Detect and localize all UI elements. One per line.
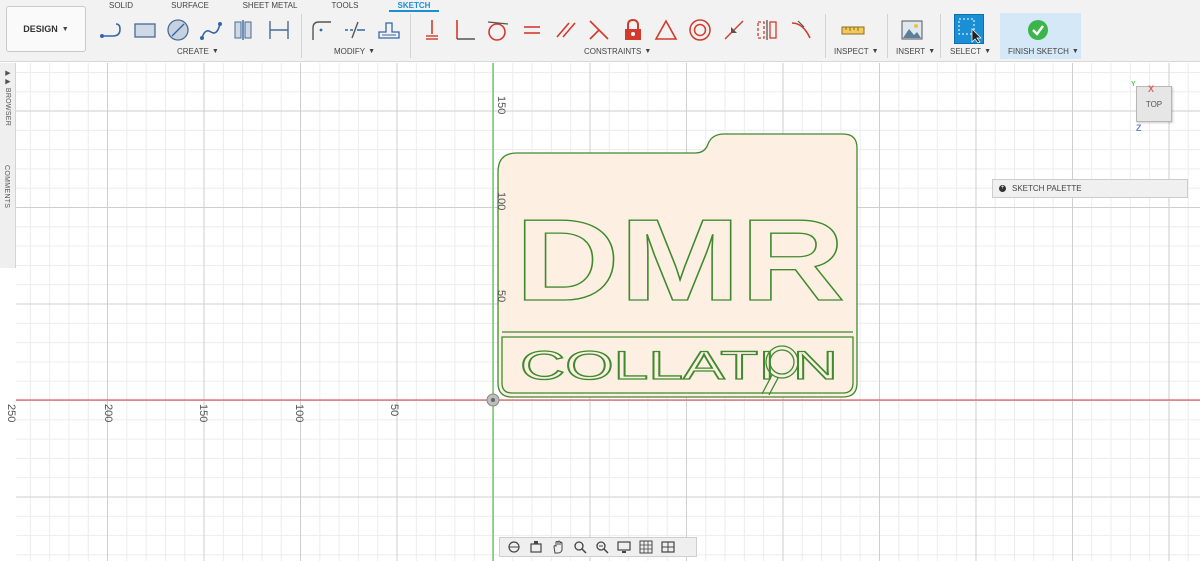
horizontal-vertical-constraint-icon[interactable] [451,16,479,44]
sketch-palette[interactable]: + SKETCH PALETTE [992,179,1188,198]
cursor-arrow-icon [958,18,982,44]
sketch-canvas[interactable] [16,63,1200,561]
zoom-icon[interactable] [570,539,590,555]
fillet-tool-icon[interactable] [307,16,335,44]
tab-tools[interactable]: TOOLS [328,0,362,12]
browser-panel-toggle[interactable]: ▶▶ BROWSER [3,69,11,126]
comments-label: COMMENTS [3,165,10,209]
arc-tool-icon[interactable] [197,16,225,44]
chevron-down-icon: ▼ [984,48,992,55]
toolbar-divider [825,14,826,58]
triangle-constraint-icon[interactable] [652,16,680,44]
comments-panel-toggle[interactable]: COMMENTS [3,165,10,208]
constraints-menu-label: CONSTRAINTS [584,47,642,56]
select-menu[interactable]: SELECT ▼ [950,47,991,56]
offset-tool-icon[interactable] [375,16,403,44]
grid-settings-icon[interactable] [636,539,656,555]
rectangle-tool-icon[interactable] [131,16,159,44]
view-cube-face: TOP [1145,99,1163,109]
inspect-menu[interactable]: INSPECT ▼ [834,47,879,56]
chevron-down-icon: ▼ [61,25,69,33]
measure-ruler-icon[interactable] [839,16,867,44]
expand-icon: ▶▶ [4,69,11,88]
constraints-menu[interactable]: CONSTRAINTS ▼ [584,47,651,56]
toolbar-divider [887,14,888,58]
toolbar: DESIGN ▼ SOLID SURFACE SHEET METAL TOOLS… [0,0,1200,62]
browser-label: BROWSER [4,87,11,127]
viewports-icon[interactable] [658,539,678,555]
select-menu-label: SELECT [950,47,982,56]
midpoint-constraint-icon[interactable] [720,16,748,44]
chevron-down-icon: ▼ [928,48,936,55]
expand-icon[interactable]: + [999,185,1006,192]
toolbar-divider [940,14,941,58]
finish-sketch-label: FINISH SKETCH [1008,47,1069,56]
perpendicular-constraint-icon[interactable] [585,16,613,44]
side-panel: ▶▶ BROWSER COMMENTS [0,63,16,268]
symmetry-constraint-icon[interactable] [753,16,781,44]
tab-surface[interactable]: SURFACE [168,0,212,12]
view-cube-y-axis: Y [1131,81,1136,88]
y-axis-label: 100 [495,192,507,211]
inspect-menu-label: INSPECT [834,47,869,56]
create-menu[interactable]: CREATE ▼ [177,47,219,56]
finish-sketch-menu[interactable]: FINISH SKETCH ▼ [1008,47,1079,56]
y-axis-label: 50 [495,290,507,303]
tab-sheet-metal[interactable]: SHEET METAL [241,0,299,12]
sketch-palette-label: SKETCH PALETTE [1012,184,1082,193]
trim-tool-icon[interactable] [341,16,369,44]
insert-menu-label: INSERT [896,47,926,56]
modify-menu-label: MODIFY [334,47,366,56]
chevron-down-icon: ▼ [644,48,652,55]
line-tool-icon[interactable] [97,16,125,44]
coincident-constraint-icon[interactable] [418,16,446,44]
view-cube-x-axis: X [1148,84,1155,94]
check-circle-icon [1028,20,1048,40]
pan-hand-icon[interactable] [548,539,568,555]
workspace-dropdown[interactable]: DESIGN ▼ [6,6,86,52]
x-axis-label: 250 [5,404,17,423]
circle-tool-icon[interactable] [164,16,192,44]
project-tool-icon[interactable] [230,16,258,44]
x-axis-label: 50 [388,404,400,417]
y-axis-label: 150 [495,96,507,115]
x-axis-label: 100 [293,404,305,423]
chevron-down-icon: ▼ [1071,48,1079,55]
tab-solid[interactable]: SOLID [106,0,136,12]
insert-image-icon[interactable] [898,16,926,44]
display-settings-icon[interactable] [614,539,634,555]
concentric-constraint-icon[interactable] [686,16,714,44]
toolbar-divider [301,14,302,58]
insert-menu[interactable]: INSERT ▼ [896,47,935,56]
parallel-constraint-icon[interactable] [552,16,580,44]
chevron-down-icon: ▼ [211,48,219,55]
equal-constraint-icon[interactable] [518,16,546,44]
tab-sketch[interactable]: SKETCH [389,0,439,12]
modify-menu[interactable]: MODIFY ▼ [334,47,375,56]
workspace-label: DESIGN [23,24,58,34]
select-tool[interactable] [954,14,984,44]
toolbar-divider [410,14,411,58]
create-menu-label: CREATE [177,47,209,56]
x-axis-label: 200 [102,404,114,423]
x-axis-label: 150 [197,404,209,423]
curvature-constraint-icon[interactable] [787,16,815,44]
dimension-tool-icon[interactable] [265,16,293,44]
fix-lock-icon[interactable] [619,16,647,44]
chevron-down-icon: ▼ [368,48,376,55]
zoom-window-icon[interactable] [592,539,612,555]
orbit-icon[interactable] [504,539,524,555]
tangent-constraint-icon[interactable] [484,16,512,44]
navigation-bar [499,537,697,557]
view-cube-z-axis: Z [1136,123,1142,133]
look-at-icon[interactable] [526,539,546,555]
chevron-down-icon: ▼ [871,48,879,55]
